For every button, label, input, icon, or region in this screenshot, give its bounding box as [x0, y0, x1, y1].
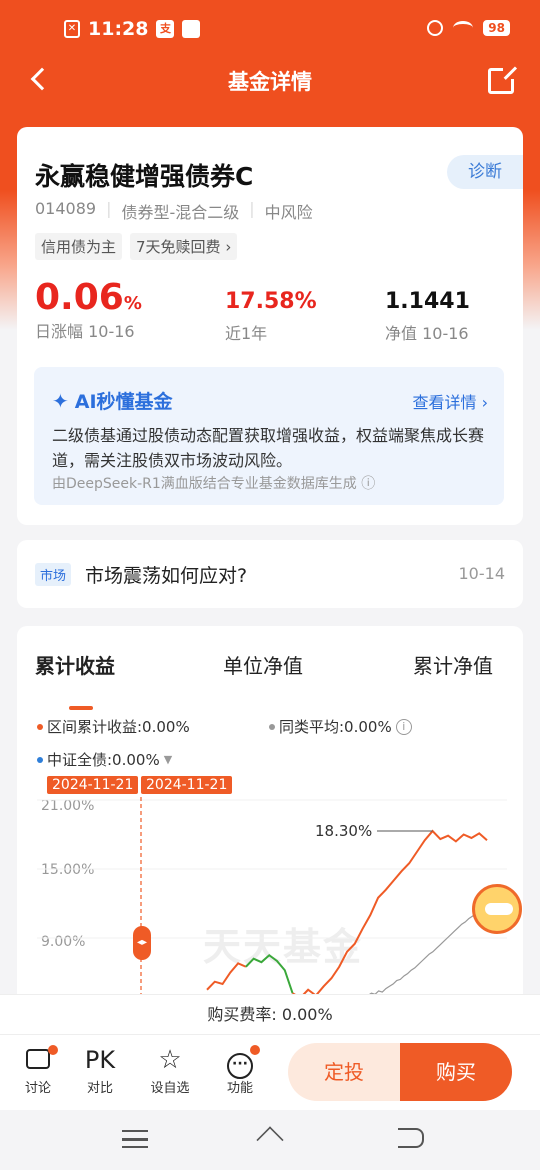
chevron-down-icon: ▼ — [163, 753, 173, 766]
ai-summary-text: 二级债基通过股债动态配置获取增强收益，权益端聚焦成长赛道，需关注股债双市场波动风… — [52, 426, 485, 470]
pk-icon: PK — [84, 1046, 116, 1074]
auto-invest-button[interactable]: 定投 — [288, 1043, 400, 1101]
function-label: 功能 — [226, 1081, 253, 1096]
buy-button[interactable]: 购买 — [400, 1043, 512, 1101]
nav-metric: 1.1441 净值 10-16 — [385, 289, 470, 344]
tab-indicator — [69, 706, 93, 710]
page-title: 基金详情 — [228, 70, 312, 94]
ai-detail-link[interactable]: 查看详情 › — [413, 389, 489, 413]
back-nav-icon[interactable] — [398, 1128, 424, 1148]
market-news-card[interactable]: 市场 市场震荡如何应对? 10-14 — [17, 540, 523, 608]
legend-peer: 同类平均:0.00% i — [269, 716, 412, 737]
series-line-fund — [206, 962, 247, 991]
date-badge-start: 2024-11-21 — [47, 776, 139, 794]
notification-icon: ✕ — [64, 20, 80, 38]
fund-meta: 014089 | 债券型-混合二级 | 中风险 — [35, 199, 313, 223]
compare-button[interactable]: PK 对比 — [70, 1043, 130, 1096]
daily-change-metric: 0.06% 日涨幅 10-16 — [35, 277, 142, 342]
bottom-action-bar: 讨论 PK 对比 ☆ 设自选 ··· 功能 定投 购买 — [0, 1034, 540, 1110]
wifi-icon — [453, 21, 474, 35]
mascot-icon[interactable] — [472, 884, 522, 934]
peak-label: 18.30% — [315, 822, 372, 840]
ai-title: ✦ AI秒懂基金 — [52, 387, 173, 414]
market-date: 10-14 — [458, 564, 506, 583]
chart-tabs: 累计收益 单位净值 累计净值 — [17, 650, 523, 710]
alipay-icon: 支 — [156, 20, 175, 38]
fund-tags: 信用债为主 7天免赎回费 › — [35, 233, 238, 260]
battery-icon: 98 — [483, 20, 510, 36]
date-badge-cursor: 2024-11-21 — [141, 776, 233, 794]
fund-risk: 中风险 — [264, 203, 313, 222]
share-button[interactable] — [488, 65, 518, 94]
fund-type: 债券型-混合二级 — [121, 203, 240, 222]
notify-dot — [250, 1045, 260, 1055]
tag-credit-bond: 信用债为主 — [35, 233, 123, 260]
fund-name: 永赢稳健增强债券C — [35, 162, 254, 191]
year-return-value: 17.58% — [225, 289, 317, 314]
nav-header: 基金详情 — [0, 60, 540, 100]
daily-change-value: 0.06 — [35, 277, 124, 318]
function-button[interactable]: ··· 功能 — [210, 1043, 270, 1096]
star-icon: ☆ — [158, 1045, 182, 1075]
year-return-metric: 17.58% 近1年 — [225, 289, 317, 344]
series-line-peer — [365, 904, 488, 996]
ai-summary-box[interactable]: ✦ AI秒懂基金 查看详情 › 二级债基通过股债动态配置获取增强收益，权益端聚焦… — [34, 367, 504, 505]
tab-cumulative-return[interactable]: 累计收益 — [35, 650, 115, 679]
fund-summary-card: 永赢稳健增强债券C 诊断 014089 | 债券型-混合二级 | 中风险 信用债… — [17, 127, 523, 525]
info-icon[interactable]: i — [395, 718, 412, 735]
divider: | — [249, 199, 255, 218]
legend-fund-text: 区间累计收益:0.00% — [47, 718, 190, 736]
alarm-icon — [427, 20, 444, 36]
series-line-fund-down — [245, 953, 294, 994]
divider: | — [106, 199, 112, 218]
chart-plot: 18.30% — [37, 796, 507, 996]
tag-redemption-fee[interactable]: 7天免赎回费 › — [130, 233, 238, 260]
home-icon[interactable] — [254, 1128, 286, 1150]
legend-dot-index — [37, 756, 43, 763]
tab-cumulative-nav[interactable]: 累计净值 — [413, 650, 493, 679]
daily-change-unit: % — [123, 293, 142, 314]
chat-icon — [26, 1049, 50, 1069]
ai-title-text: AI秒懂基金 — [74, 391, 173, 413]
discuss-label: 讨论 — [24, 1081, 51, 1096]
ai-source-note: 由DeepSeek-R1满血版结合专业基金数据库生成 ⓘ — [52, 476, 376, 492]
market-title: 市场震荡如何应对? — [85, 565, 248, 587]
fee-bar: 购买费率: 0.00% — [0, 994, 540, 1034]
legend-dot-peer — [269, 723, 275, 730]
add-watchlist-button[interactable]: ☆ 设自选 — [140, 1043, 200, 1096]
legend-peer-text: 同类平均:0.00% — [279, 718, 392, 736]
diagnose-button[interactable]: 诊断 — [447, 155, 523, 189]
app-notify-icon — [182, 20, 201, 38]
share-arrow-icon — [503, 66, 518, 80]
add-watchlist-label: 设自选 — [150, 1081, 190, 1096]
menu-icon[interactable] — [122, 1130, 148, 1148]
legend-index[interactable]: 中证全债:0.00% ▼ — [37, 749, 172, 770]
daily-change-label: 日涨幅 10-16 — [35, 322, 135, 341]
legend-dot-fund — [37, 723, 43, 730]
sparkle-icon: ✦ — [52, 388, 69, 413]
year-return-label: 近1年 — [225, 324, 268, 343]
legend-fund: 区间累计收益:0.00% — [37, 716, 190, 737]
fund-code: 014089 — [35, 199, 97, 218]
compare-label: 对比 — [86, 1081, 113, 1096]
series-line-fund — [292, 829, 488, 996]
drag-handle[interactable]: ◂▸ — [133, 926, 151, 960]
status-bar: ✕ 11:28 支 98 — [0, 0, 540, 60]
status-time: 11:28 — [88, 18, 149, 40]
notify-dot — [48, 1045, 58, 1055]
market-tag: 市场 — [35, 563, 72, 586]
nav-value: 1.1441 — [385, 289, 470, 314]
legend-index-text: 中证全债:0.00% — [47, 751, 160, 769]
tab-unit-nav[interactable]: 单位净值 — [223, 650, 303, 679]
discuss-button[interactable]: 讨论 — [8, 1043, 68, 1096]
more-icon: ··· — [227, 1053, 253, 1079]
system-nav-bar — [0, 1110, 540, 1170]
nav-label: 净值 10-16 — [385, 324, 469, 343]
